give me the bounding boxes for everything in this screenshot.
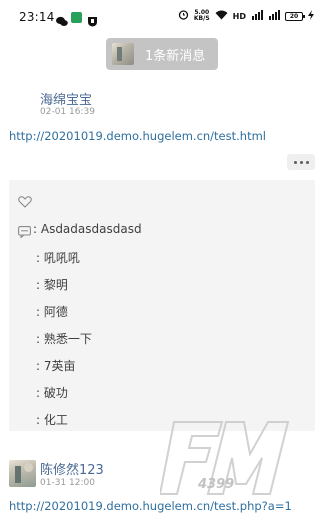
- battery-icon: 20: [285, 11, 305, 21]
- wifi-icon: [215, 10, 228, 23]
- comment-item[interactable]: : 化工: [36, 411, 68, 428]
- like-comment-area: : Asdadasdasdasd : 吼吼吼 : 黎明 : 阿德 : 熟悉一下 …: [9, 180, 315, 431]
- status-bar: 23:14 5.00 KB/S HD 20: [0, 0, 324, 38]
- watermark-sub: 4399: [197, 477, 234, 492]
- heart-icon[interactable]: [18, 193, 32, 208]
- alarm-icon: [178, 9, 189, 23]
- post-link[interactable]: http://20201019.demo.hugelem.cn/test.php…: [9, 499, 292, 513]
- status-time: 23:14: [19, 10, 55, 24]
- shield-app-icon: [87, 12, 98, 27]
- dot: [293, 160, 297, 164]
- net-speed-unit: KB/S: [193, 15, 210, 22]
- net-speed: 5.00 KB/S: [194, 10, 210, 22]
- post-author-name[interactable]: 陈修然123: [40, 459, 104, 478]
- dot: [305, 160, 309, 164]
- status-right: 5.00 KB/S HD 20: [178, 9, 314, 23]
- comment-item[interactable]: : Asdadasdasdasd: [33, 222, 142, 236]
- comment-icon: [18, 223, 31, 239]
- battery-level: 20: [289, 12, 299, 20]
- notice-text: 1条新消息: [145, 48, 206, 64]
- post-link[interactable]: http://20201019.demo.hugelem.cn/test.htm…: [9, 129, 266, 143]
- comment-item[interactable]: : 阿德: [36, 303, 68, 320]
- avatar[interactable]: [9, 460, 36, 487]
- dot: [299, 160, 303, 164]
- signal-icon-2: [268, 9, 280, 23]
- post-time: 01-31 12:00: [40, 478, 95, 488]
- post-time: 02-01 16:39: [40, 107, 95, 117]
- network-type: HD: [232, 11, 246, 21]
- comment-item[interactable]: : 黎明: [36, 276, 68, 293]
- app-notification-icon: [71, 12, 82, 23]
- comment-item[interactable]: : 吼吼吼: [36, 249, 80, 266]
- signal-icon-1: [251, 9, 263, 23]
- comment-item[interactable]: : 熟悉一下: [36, 330, 92, 347]
- more-options-button[interactable]: [287, 154, 315, 170]
- comment-item[interactable]: : 破功: [36, 384, 68, 401]
- notice-avatar: [112, 43, 134, 65]
- wechat-icon: [56, 12, 68, 26]
- new-message-notice[interactable]: 1条新消息: [106, 38, 218, 70]
- charging-icon: [308, 9, 314, 23]
- post-author-name[interactable]: 海绵宝宝: [40, 89, 92, 108]
- comment-item[interactable]: : 7英亩: [36, 357, 76, 374]
